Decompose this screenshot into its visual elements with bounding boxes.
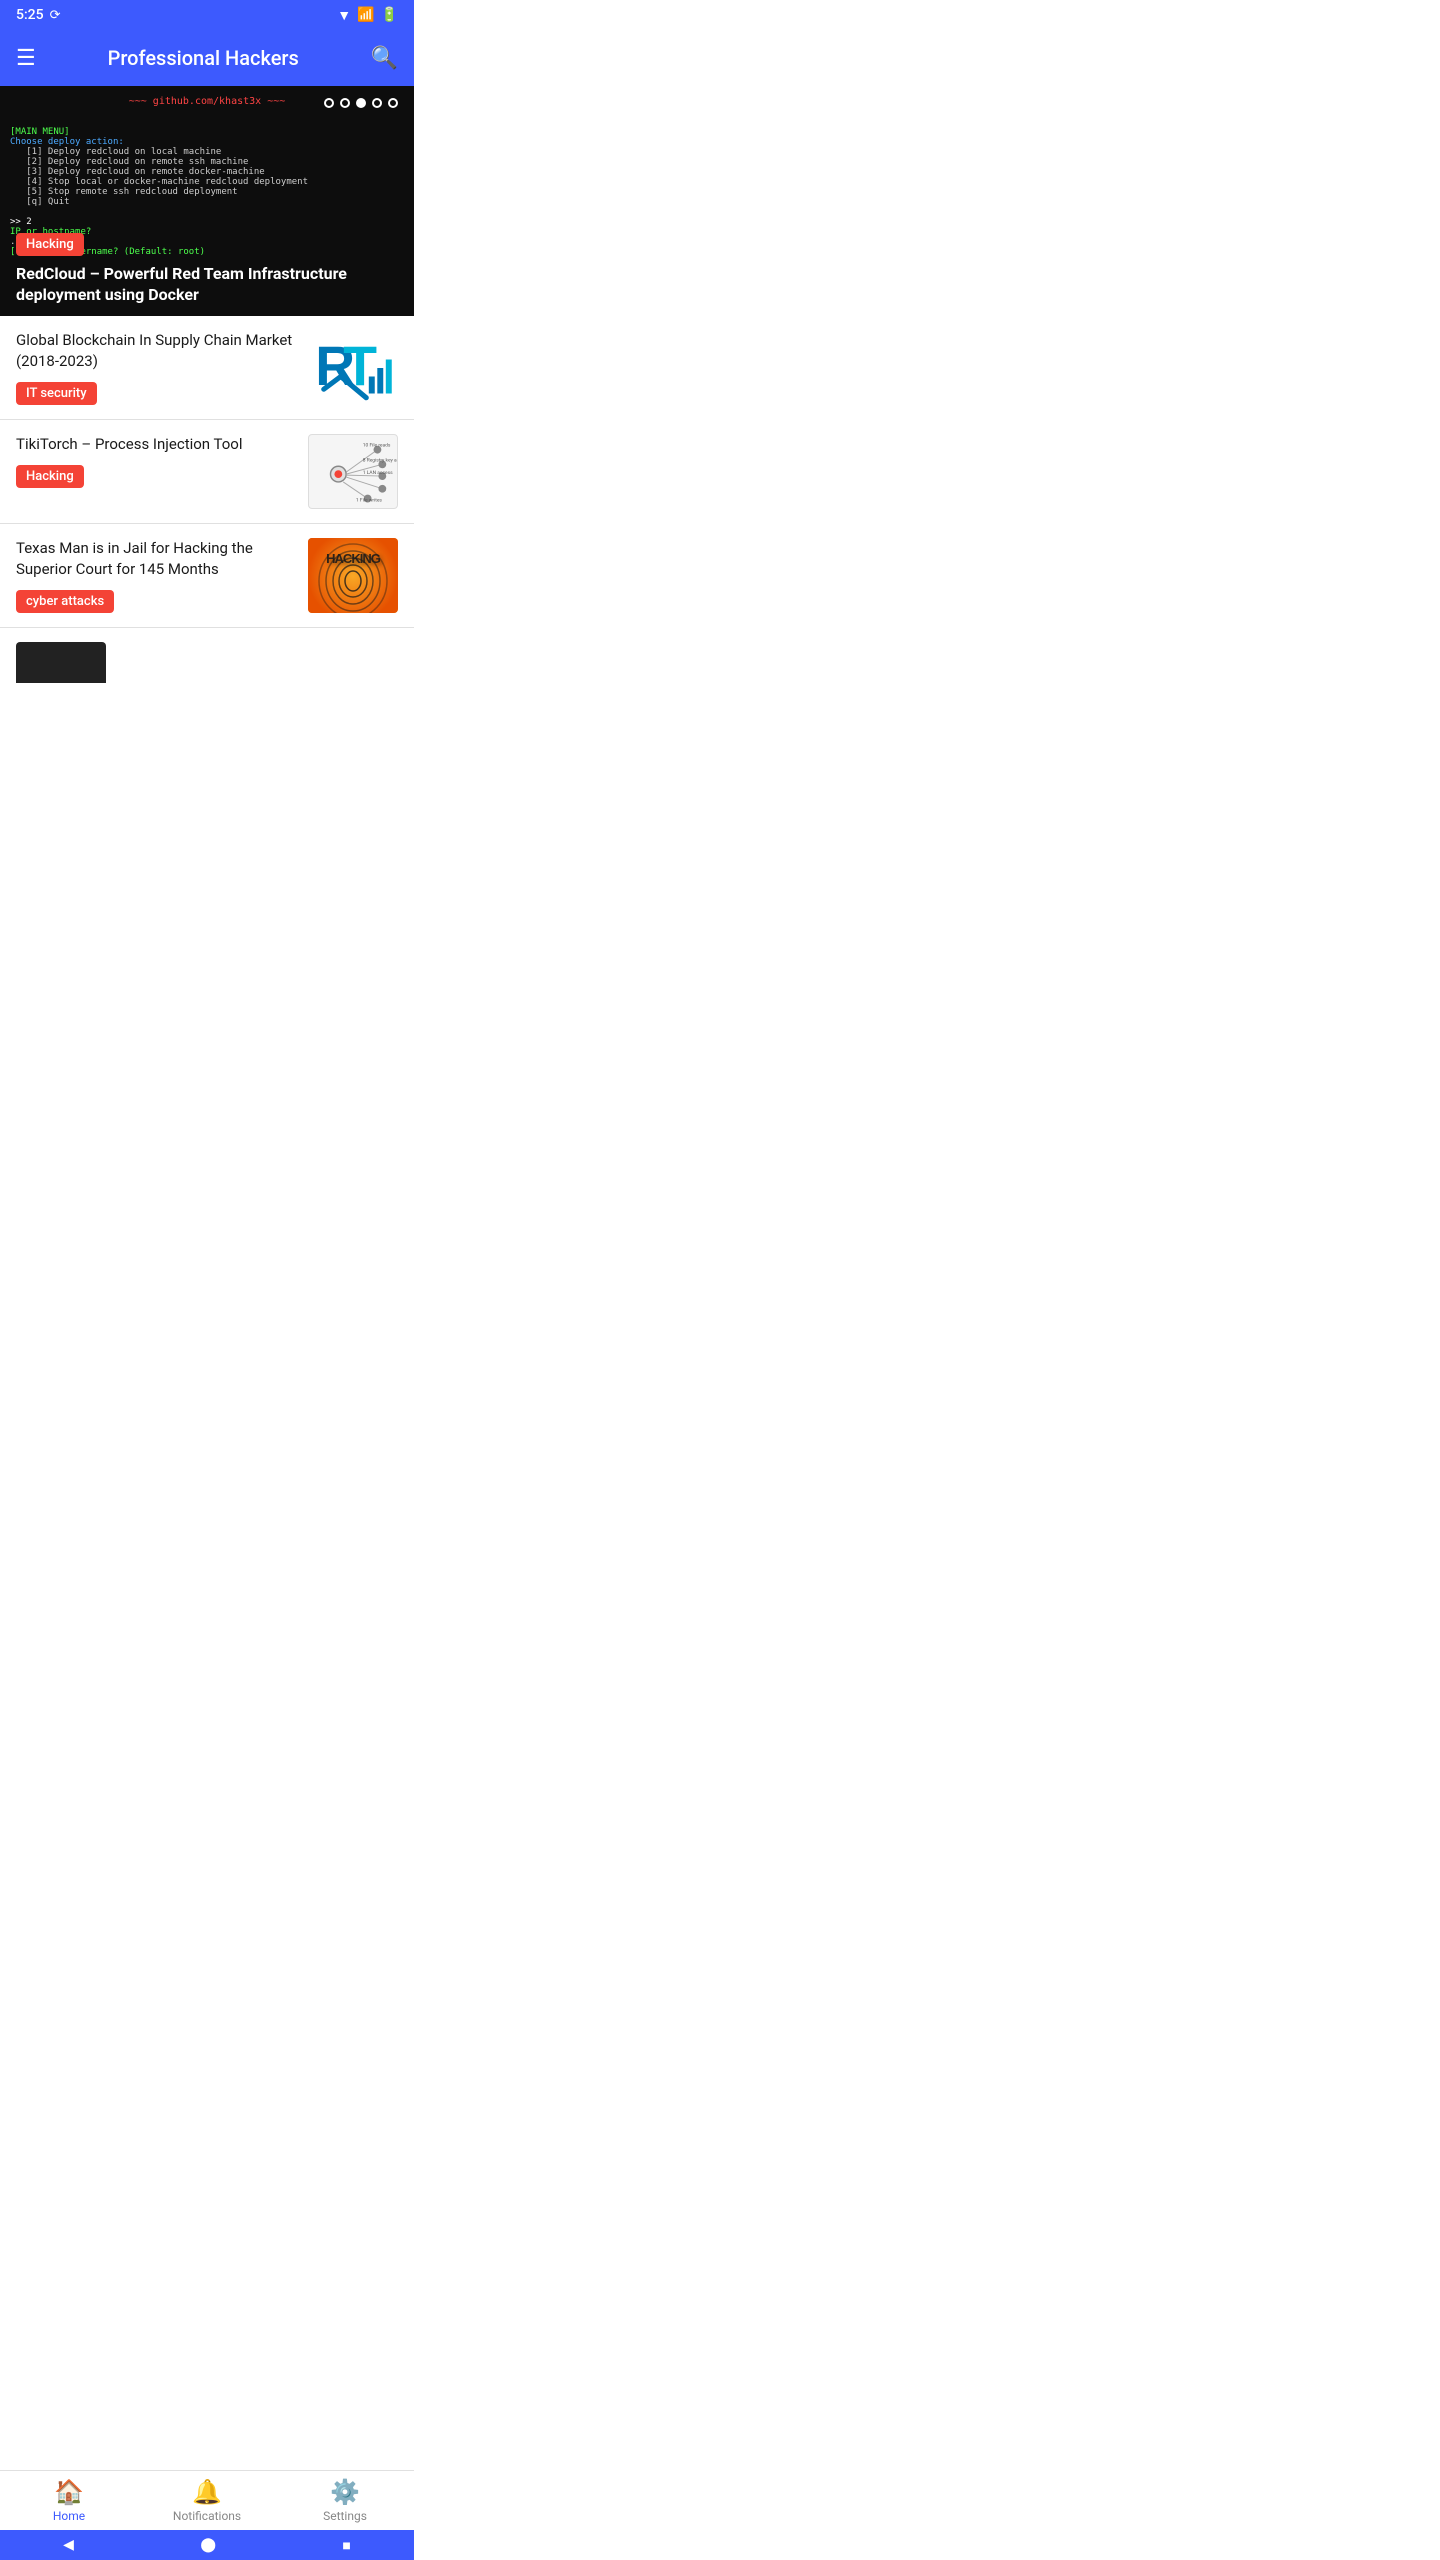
back-button[interactable]: ◀: [63, 2537, 74, 2553]
svg-text:1 File writes: 1 File writes: [356, 497, 382, 503]
article-category-badge[interactable]: IT security: [16, 382, 97, 405]
signal-icon: 📶: [357, 7, 374, 23]
nav-home-label: Home: [53, 2509, 85, 2523]
carousel-dots: [324, 98, 398, 108]
hero-category-badge[interactable]: Hacking: [16, 233, 84, 256]
status-bar: 5:25 ⟳ ▼ 📶 🔋: [0, 0, 414, 30]
sync-icon: ⟳: [50, 8, 61, 23]
svg-text:8 Registry key accesses: 8 Registry key accesses: [363, 457, 397, 463]
dot-3[interactable]: [356, 98, 366, 108]
article-title: TikiTorch – Process Injection Tool: [16, 434, 296, 455]
app-title: Professional Hackers: [36, 46, 371, 70]
tikitorch-svg: 10 File reads 8 Registry key accesses 1 …: [309, 435, 397, 508]
hacking-image: HACKING: [308, 538, 398, 613]
rt-logo-svg: R T: [311, 333, 396, 403]
recents-button[interactable]: ■: [342, 2537, 350, 2554]
hero-title[interactable]: RedCloud – Powerful Red Team Infrastruct…: [16, 264, 398, 306]
svg-text:10 File reads: 10 File reads: [363, 443, 391, 449]
article-content: Texas Man is in Jail for Hacking the Sup…: [16, 538, 296, 613]
nav-home[interactable]: 🏠 Home: [0, 2471, 138, 2530]
nav-settings-label: Settings: [323, 2509, 367, 2523]
svg-text:HACKING: HACKING: [326, 551, 381, 566]
dot-1[interactable]: [324, 98, 334, 108]
search-button[interactable]: 🔍: [371, 46, 398, 71]
article-content: TikiTorch – Process Injection Tool Hacki…: [16, 434, 296, 488]
notifications-icon: 🔔: [192, 2478, 222, 2506]
home-icon: 🏠: [54, 2478, 84, 2506]
article-title: Texas Man is in Jail for Hacking the Sup…: [16, 538, 296, 580]
article-category-badge[interactable]: cyber attacks: [16, 590, 114, 613]
article-item[interactable]: Texas Man is in Jail for Hacking the Sup…: [0, 524, 414, 628]
dot-2[interactable]: [340, 98, 350, 108]
article-list: Global Blockchain In Supply Chain Market…: [0, 316, 414, 683]
android-nav-bar: ◀ ⬤ ■: [0, 2530, 414, 2560]
wifi-icon: ▼: [337, 7, 351, 24]
battery-icon: 🔋: [381, 7, 398, 23]
article-content: Global Blockchain In Supply Chain Market…: [16, 330, 296, 405]
status-time-area: 5:25 ⟳: [16, 7, 60, 23]
home-button[interactable]: ⬤: [200, 2537, 216, 2553]
nav-notifications[interactable]: 🔔 Notifications: [138, 2471, 276, 2530]
nav-notifications-label: Notifications: [173, 2509, 241, 2523]
article-thumbnail: R T: [308, 330, 398, 405]
svg-text:1 LAN access: 1 LAN access: [363, 470, 393, 476]
menu-button[interactable]: ☰: [16, 46, 36, 71]
bottom-nav: 🏠 Home 🔔 Notifications ⚙️ Settings: [0, 2470, 414, 2530]
status-icons: ▼ 📶 🔋: [337, 7, 398, 24]
article-item-partial: [0, 628, 414, 683]
dot-5[interactable]: [388, 98, 398, 108]
article-thumbnail: HACKING: [308, 538, 398, 613]
article-item[interactable]: Global Blockchain In Supply Chain Market…: [0, 316, 414, 420]
nav-settings[interactable]: ⚙️ Settings: [276, 2471, 414, 2530]
settings-icon: ⚙️: [330, 2478, 360, 2506]
dot-4[interactable]: [372, 98, 382, 108]
app-bar: ☰ Professional Hackers 🔍: [0, 30, 414, 86]
article-title: Global Blockchain In Supply Chain Market…: [16, 330, 296, 372]
article-thumbnail: 10 File reads 8 Registry key accesses 1 …: [308, 434, 398, 509]
article-item[interactable]: TikiTorch – Process Injection Tool Hacki…: [0, 420, 414, 524]
article-category-badge[interactable]: Hacking: [16, 465, 84, 488]
partial-thumb: [16, 642, 106, 683]
status-time: 5:25: [16, 7, 44, 23]
hero-banner[interactable]: ~~~ github.com/khast3x ~~~ [MAIN MENU] C…: [0, 86, 414, 316]
hacking-svg: HACKING: [308, 538, 398, 613]
